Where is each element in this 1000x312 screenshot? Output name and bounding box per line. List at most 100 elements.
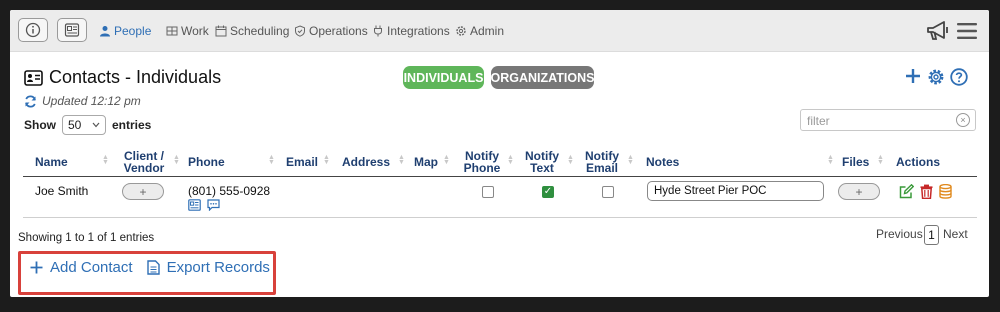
info-button[interactable] [18, 18, 48, 42]
notes-field[interactable]: Hyde Street Pier POC [647, 181, 824, 201]
phone-card-button[interactable] [188, 198, 201, 216]
person-icon [100, 26, 110, 37]
header-label: Email [585, 161, 618, 175]
hamburger-menu-button[interactable] [957, 22, 977, 45]
nav-label: Scheduling [230, 24, 290, 38]
question-circle-icon [950, 68, 968, 86]
page-size-value: 50 [68, 118, 82, 132]
column-header-email[interactable]: Email [286, 156, 318, 168]
top-navigation-bar: People Work Scheduling Operations Integr… [10, 10, 989, 52]
column-header-files[interactable]: Files [842, 156, 869, 168]
help-button[interactable] [950, 68, 968, 86]
announcements-button[interactable] [926, 20, 950, 47]
settings-button[interactable] [927, 68, 945, 86]
sort-icon[interactable]: ▲ ▼ [877, 154, 884, 166]
header-label: Phone [463, 161, 501, 175]
column-header-map[interactable]: Map [414, 156, 438, 168]
header-label: Phone [188, 155, 225, 169]
contact-card-icon [24, 69, 43, 86]
table-header-divider [23, 176, 977, 177]
contact-phone: (801) 555-0928 [188, 184, 271, 198]
nav-integrations[interactable]: Integrations [372, 24, 450, 38]
column-header-notes[interactable]: Notes [646, 156, 679, 168]
refresh-icon[interactable] [24, 94, 37, 108]
column-header-phone[interactable]: Phone [188, 156, 225, 168]
tab-organizations[interactable]: ORGANIZATIONS [491, 66, 594, 89]
sort-icon[interactable]: ▲ ▼ [627, 154, 634, 166]
filter-input[interactable]: filter × [800, 109, 976, 131]
header-label: Notes [646, 155, 680, 169]
sort-icon[interactable]: ▲ ▼ [173, 154, 180, 166]
column-header-notify-email[interactable]: Notify Email [581, 150, 623, 174]
nav-admin[interactable]: Admin [455, 24, 504, 38]
calendar-icon [215, 25, 227, 37]
tab-individuals[interactable]: INDIVIDUALS [403, 66, 484, 89]
header-label: Email [286, 155, 319, 169]
table-summary: Showing 1 to 1 of 1 entries [18, 232, 155, 244]
plus-icon [906, 69, 920, 83]
notify-email-checkbox[interactable] [602, 186, 614, 198]
last-updated: Updated 12:12 pm [24, 94, 141, 108]
delete-button[interactable] [920, 184, 933, 204]
table-bottom-divider [23, 217, 977, 218]
notify-text-checkbox[interactable]: ✓ [542, 186, 554, 198]
trash-icon [920, 184, 933, 200]
nav-label: Admin [470, 24, 505, 38]
gear-icon [456, 26, 466, 36]
sort-icon[interactable]: ▲ ▼ [102, 154, 109, 166]
previous-page-button[interactable]: Previous [876, 227, 923, 241]
sort-icon[interactable]: ▲ ▼ [567, 154, 574, 166]
column-header-name[interactable]: Name [35, 156, 68, 168]
page-size-control: Show 50 entries [24, 115, 151, 135]
edit-icon [899, 183, 915, 199]
entries-label: entries [112, 118, 152, 132]
header-label: Text [530, 161, 554, 175]
header-label: Address [342, 155, 391, 169]
add-button[interactable] [905, 68, 921, 84]
contact-card-icon [188, 199, 201, 211]
column-header-client-vendor[interactable]: Client / Vendor [118, 150, 170, 174]
contact-card-icon [64, 23, 80, 37]
nav-people[interactable]: People [99, 24, 151, 38]
next-page-button[interactable]: Next [943, 227, 968, 241]
column-header-address[interactable]: Address [342, 156, 390, 168]
sort-icon[interactable]: ▲ ▼ [323, 154, 330, 166]
clear-filter-icon[interactable]: × [956, 113, 970, 127]
add-file-button[interactable]: + [838, 183, 880, 200]
sort-icon[interactable]: ▲ ▼ [443, 154, 450, 166]
contact-name[interactable]: Joe Smith [35, 184, 88, 198]
plug-icon [374, 25, 382, 37]
nav-label: Operations [309, 24, 368, 38]
column-header-notify-text[interactable]: Notify Text [521, 150, 563, 174]
sort-icon[interactable]: ▲ ▼ [507, 154, 514, 166]
current-page-button[interactable]: 1 [924, 225, 939, 245]
header-label: Files [842, 155, 870, 169]
filter-placeholder: filter [807, 114, 830, 128]
nav-work[interactable]: Work [166, 24, 209, 38]
nav-scheduling[interactable]: Scheduling [215, 24, 289, 38]
column-header-actions: Actions [896, 156, 940, 168]
header-label: Map [414, 155, 438, 169]
page-title: Contacts - Individuals [24, 67, 221, 88]
nav-operations[interactable]: Operations [294, 24, 368, 38]
sort-icon[interactable]: ▲ ▼ [827, 154, 834, 166]
grid-icon [166, 26, 178, 36]
nav-label: Work [181, 24, 209, 38]
info-icon [25, 22, 41, 38]
chevron-down-icon [92, 122, 100, 128]
header-label: Vendor [123, 161, 165, 175]
column-header-notify-phone[interactable]: Notify Phone [461, 150, 503, 174]
contact-card-button[interactable] [57, 18, 87, 42]
megaphone-icon [927, 21, 948, 40]
page-size-select[interactable]: 50 [62, 115, 106, 135]
database-icon [939, 183, 952, 199]
send-text-button[interactable] [207, 198, 220, 216]
edit-button[interactable] [899, 183, 915, 204]
notify-phone-checkbox[interactable] [482, 186, 494, 198]
add-client-vendor-button[interactable]: + [122, 183, 164, 200]
sort-icon[interactable]: ▲ ▼ [268, 154, 275, 166]
nav-label: People [114, 24, 152, 38]
archive-button[interactable] [939, 183, 952, 204]
sort-icon[interactable]: ▲ ▼ [398, 154, 405, 166]
app-frame: People Work Scheduling Operations Integr… [10, 10, 989, 297]
